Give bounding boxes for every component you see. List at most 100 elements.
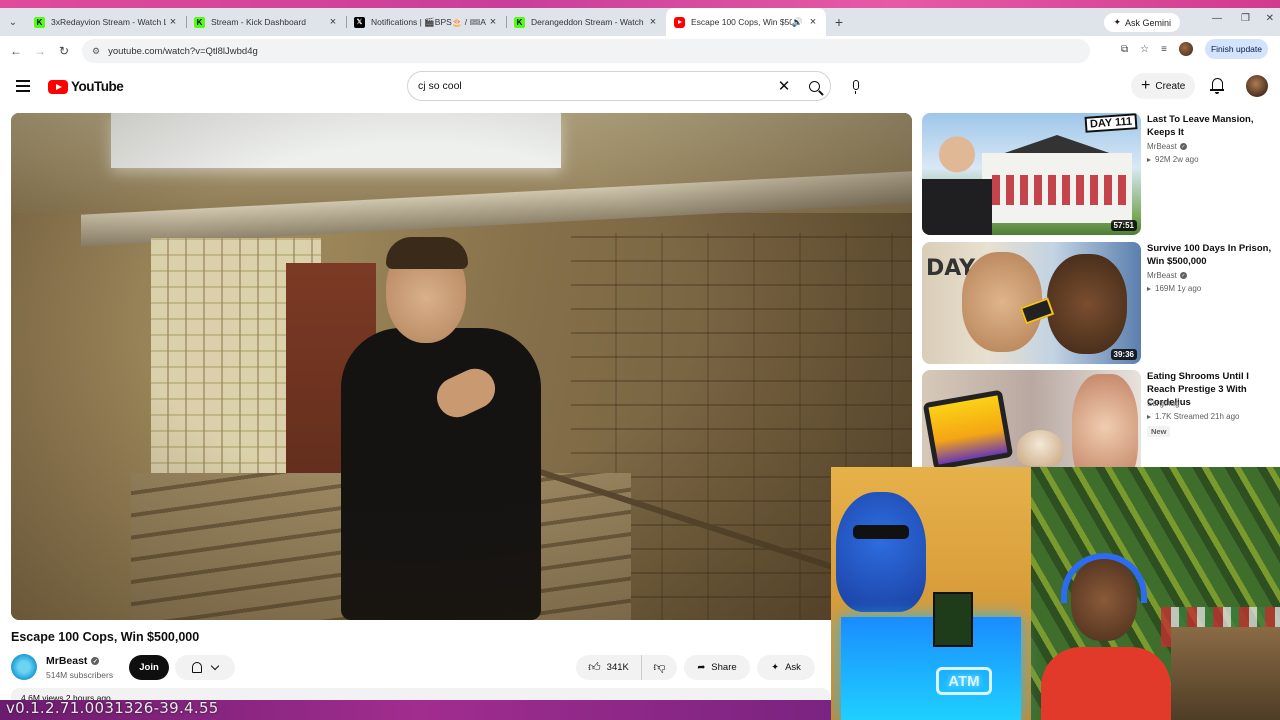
subscription-notifications-button[interactable] [175,655,235,680]
youtube-logo[interactable]: YouTube [48,79,124,94]
toolbar-actions: ⧉ ☆ ≡ Finish update [1121,39,1268,59]
ask-gemini-button[interactable]: ✦ Ask Gemini [1104,13,1180,32]
channel-text: MrBeast [1147,271,1177,280]
clear-search-icon[interactable]: ✕ [770,77,798,95]
plush-toy [836,492,926,612]
duration-badge: 39:36 [1110,349,1137,360]
close-icon[interactable]: × [486,16,500,28]
ask-label: Ask [785,662,801,673]
plus-icon: + [1141,77,1151,94]
kick-icon: K [34,16,45,28]
menu-icon[interactable] [16,80,30,92]
url-field[interactable]: ⚙ youtube.com/watch?v=Qtl8lJwbd4g [82,39,1090,63]
x-icon: 𝕏 [354,16,365,28]
bookmark-star-icon[interactable]: ☆ [1140,44,1149,55]
tab-search-button[interactable]: ⌄ [0,8,26,36]
youtube-logo-text: YouTube [71,79,124,94]
subscriber-count: 514M subscribers [46,670,114,680]
recommendation-meta: 1.7K Streamed 21h ago [1147,412,1240,421]
tab-title: Notifications | 🎬BPS🎂 / 🎟AT [371,16,486,27]
channel-name[interactable]: MrBeast ✓ [46,655,100,667]
speaker-icon[interactable]: 🔊 [792,17,803,28]
recommendation-meta: 169M 1y ago [1147,284,1201,293]
version-text: v0.1.2.71.0031326-39.4.55 [6,699,219,717]
kick-icon: K [194,16,205,28]
install-icon[interactable]: ⧉ [1121,44,1128,55]
url-text: youtube.com/watch?v=Qtl8lJwbd4g [108,45,258,57]
reload-icon[interactable]: ↻ [52,44,76,58]
forward-icon[interactable]: → [28,44,52,58]
like-button[interactable]: 👍︎ 341K [576,655,642,680]
like-dislike-group: 👍︎ 341K 👎︎ [576,655,677,680]
verified-check-icon: ✓ [1179,272,1187,279]
play-icon [1147,414,1151,419]
screen: ⌄ K 3xRedayvion Stream - Watch Li × K St… [0,0,1280,720]
bell-icon [192,662,202,673]
video-thumbnail[interactable]: DAY 94 39:36 [922,242,1141,364]
tab-2[interactable]: K Stream - Kick Dashboard × [186,8,346,36]
search-input[interactable] [408,72,770,100]
like-count: 341K [606,662,629,673]
tab-title: Escape 100 Cops, Win $500 [691,17,792,27]
new-tab-button[interactable]: + [826,8,852,36]
recommendation-item[interactable]: DAY 94 39:36 Survive 100 Days In Prison,… [922,242,1280,364]
microphone-icon [853,80,859,94]
recommendation-channel[interactable]: MrBeast ✓ [1147,271,1187,280]
tab-3[interactable]: 𝕏 Notifications | 🎬BPS🎂 / 🎟AT × [346,8,506,36]
recommendation-channel[interactable]: Surgthug [1147,399,1179,408]
notifications-bell-icon[interactable] [1210,78,1224,94]
close-icon[interactable]: × [806,16,820,28]
thumbs-up-icon: 👍︎ [588,660,601,674]
search-box: ✕ [407,71,831,101]
channel-name-text: MrBeast [46,655,88,667]
share-button[interactable]: ➦ Share [684,655,750,680]
dislike-button[interactable]: 👎︎ [642,655,677,680]
verified-check-icon: ✓ [91,657,100,665]
tab-4[interactable]: K Derangeddon Stream - Watch L × [506,8,666,36]
recommendation-title[interactable]: Survive 100 Days In Prison, Win $500,000 [1147,242,1275,268]
sparkle-icon: ✦ [771,662,780,673]
tab-title: Derangeddon Stream - Watch L [531,17,646,27]
close-icon[interactable]: × [166,16,180,28]
streamer [1041,553,1171,720]
recommendation-meta: 92M 2w ago [1147,155,1199,164]
profile-avatar[interactable] [1178,42,1193,56]
address-bar-row: ← → ↻ ⚙ youtube.com/watch?v=Qtl8lJwbd4g … [0,36,1280,66]
channel-text: Surgthug [1147,399,1180,408]
recommendation-channel[interactable]: MrBeast ✓ [1147,142,1187,151]
finish-update-button[interactable]: Finish update [1204,39,1268,59]
account-avatar[interactable] [1246,75,1268,97]
search-button[interactable] [798,72,830,100]
create-button[interactable]: + Create [1131,73,1196,99]
restore-icon[interactable]: ❐ [1241,13,1250,24]
tab-1[interactable]: K 3xRedayvion Stream - Watch Li × [26,8,186,36]
recommendation-title[interactable]: Last To Leave Mansion, Keeps It [1147,113,1275,139]
meta-text: 169M 1y ago [1155,284,1202,293]
meta-text: 92M 2w ago [1155,155,1199,164]
tab-5-active[interactable]: Escape 100 Cops, Win $500 🔊 × [666,8,826,36]
atm-neon-sign: ATM [936,667,992,695]
voice-search-button[interactable] [842,71,870,99]
recommendation-item[interactable]: DAY 111 57:51 Last To Leave Mansion, Kee… [922,113,1280,235]
close-window-icon[interactable]: ✕ [1266,13,1274,24]
minimize-icon[interactable]: — [1212,13,1222,24]
create-label: Create [1155,80,1186,92]
duration-badge: 57:51 [1110,220,1137,231]
share-label: Share [711,662,737,673]
video-player[interactable] [11,113,912,620]
join-button[interactable]: Join [129,655,169,680]
close-icon[interactable]: × [646,16,660,28]
ask-button[interactable]: ✦ Ask [757,655,815,680]
close-icon[interactable]: × [326,16,340,28]
channel-avatar[interactable] [11,654,37,680]
kick-icon: K [514,16,525,28]
sparkle-icon: ✦ [1113,17,1121,27]
site-info-icon[interactable]: ⚙ [92,46,100,57]
chevron-down-icon [210,661,220,671]
media-controls-icon[interactable]: ≡ [1161,44,1167,55]
tab-title: Stream - Kick Dashboard [211,17,306,27]
video-thumbnail[interactable]: DAY 111 57:51 [922,113,1141,235]
youtube-icon [674,16,685,28]
back-icon[interactable]: ← [4,44,28,58]
youtube-header: YouTube ✕ + Create [0,66,1280,108]
